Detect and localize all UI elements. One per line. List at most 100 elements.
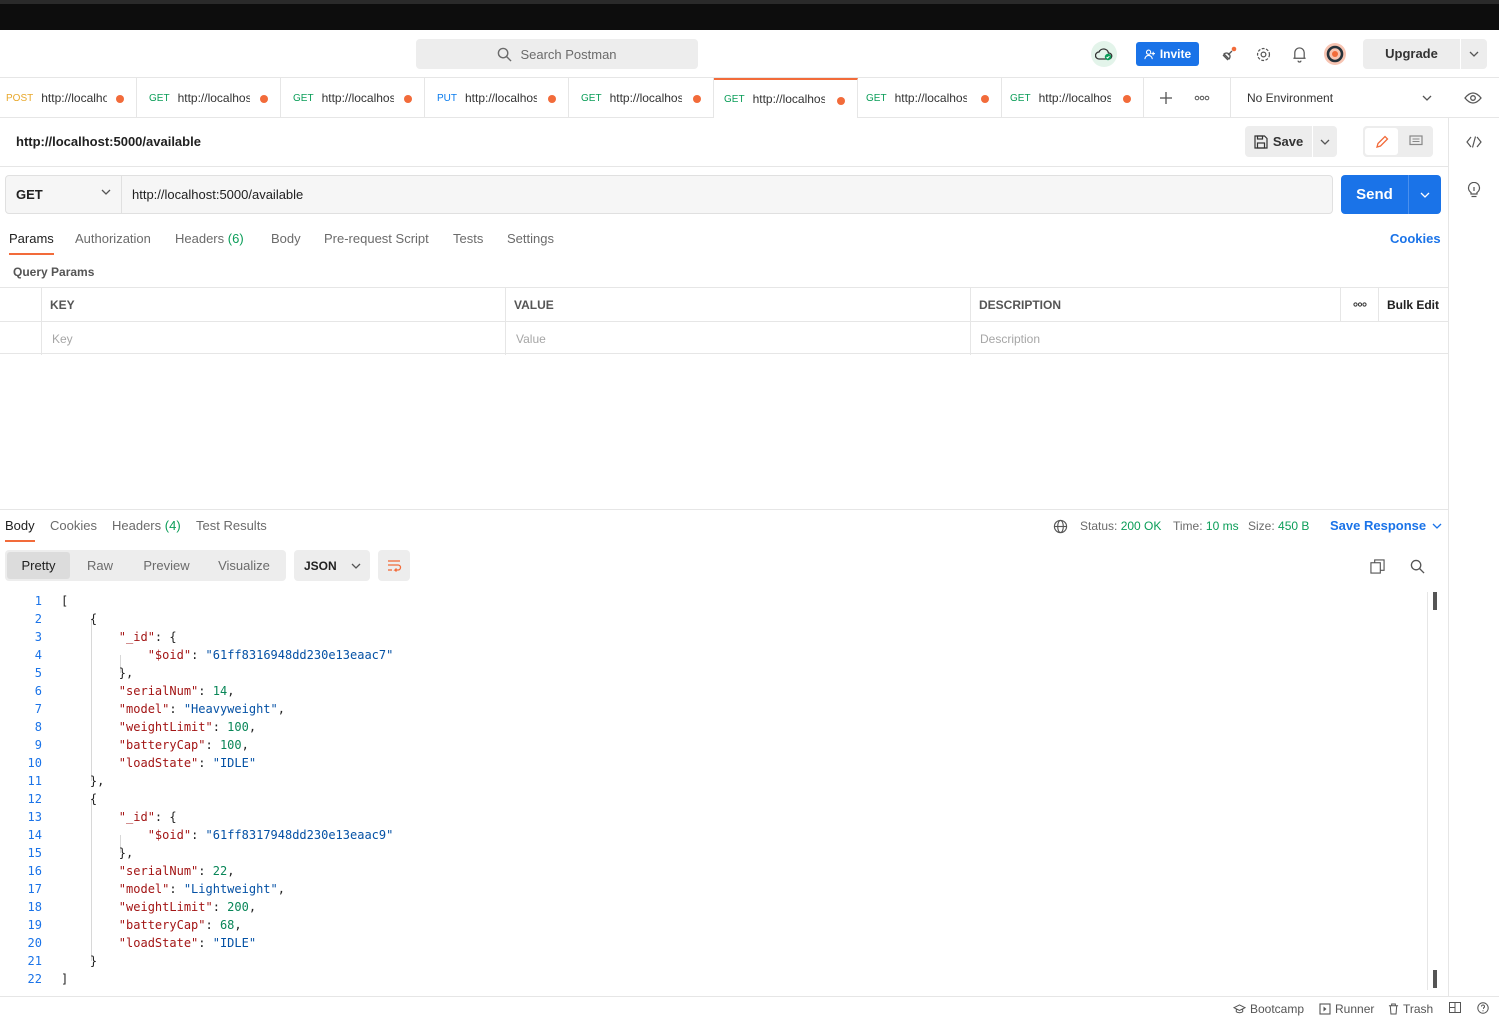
runner-button[interactable]: Runner [1319,1002,1374,1016]
chevron-down-icon[interactable] [1409,175,1441,214]
checkbox-column [0,288,42,321]
editor-scrollbar[interactable] [1427,592,1437,990]
code-line: 10 "loadState": "IDLE" [0,754,1420,772]
tab-method: GET [581,92,602,104]
tab-settings[interactable]: Settings [507,231,554,255]
tab-pre-request-script[interactable]: Pre-request Script [324,231,429,255]
lightbulb-icon[interactable] [1462,178,1486,202]
url-input[interactable]: http://localhost:5000/available [122,176,1332,213]
request-tab[interactable]: GET http://localhost:5000/... [281,78,425,118]
view-raw[interactable]: Raw [70,552,130,579]
settings-gear-icon[interactable] [1251,42,1275,66]
bulk-edit-button[interactable]: Bulk Edit [1378,288,1448,321]
request-tab[interactable]: GET http://localhost:5000/... [569,78,714,118]
edit-mode-toggle [1363,126,1433,157]
invite-button[interactable]: Invite [1136,42,1199,66]
copy-icon[interactable] [1365,554,1389,578]
line-number: 8 [34,720,42,734]
size-readout[interactable]: Size: 450 B [1248,519,1309,533]
code-line: 17 "model": "Lightweight", [0,880,1420,898]
chevron-down-icon[interactable] [1313,139,1337,145]
environment-quick-look-eye-icon[interactable] [1461,86,1485,110]
new-tab-plus-icon[interactable] [1154,86,1178,110]
status-label: Status: [1080,519,1118,533]
request-tab[interactable]: POST http://localhost:5000/... [0,78,137,118]
cookies-link[interactable]: Cookies [1390,231,1441,246]
response-tab-cookies[interactable]: Cookies [50,518,97,542]
trash-button[interactable]: Trash [1388,1002,1433,1016]
satellite-icon[interactable] [1217,42,1241,66]
user-avatar[interactable] [1323,42,1347,66]
search-placeholder: Search Postman [520,46,617,62]
query-params-table: KEY VALUE DESCRIPTION Bulk Edit Key Valu… [0,287,1448,355]
two-pane-view-icon[interactable] [1449,1002,1461,1013]
code-snippet-icon[interactable] [1462,130,1486,154]
tab-body[interactable]: Body [271,231,301,255]
code-line: 1[ [0,592,1420,610]
code-line: 18 "weightLimit": 200, [0,898,1420,916]
sync-cloud-icon[interactable] [1091,41,1117,67]
trash-icon [1388,1003,1399,1015]
line-number: 9 [34,738,42,752]
save-button[interactable]: Save [1245,126,1337,157]
time-readout[interactable]: Time: 10 ms [1173,519,1239,533]
title-bar [0,0,1499,30]
request-title[interactable]: http://localhost:5000/available [16,134,201,149]
code-line: 6 "serialNum": 14, [0,682,1420,700]
more-options-icon[interactable] [1340,288,1378,321]
view-preview[interactable]: Preview [130,552,203,579]
response-tab-body[interactable]: Body [5,518,35,542]
value-input[interactable]: Value [505,322,970,355]
wrap-lines-icon[interactable] [378,550,410,581]
unsaved-dot-icon [981,95,989,103]
environment-selector[interactable]: No Environment [1230,78,1448,118]
request-tab-active[interactable]: GET http://localhost:5000/... [714,78,858,118]
search-icon[interactable] [1405,554,1429,578]
tab-tests[interactable]: Tests [453,231,483,255]
scrollbar-thumb[interactable] [1433,592,1437,610]
chevron-down-icon [1432,523,1442,529]
tab-url: http://localhost:5000/... [1038,91,1111,105]
send-label: Send [1341,175,1409,214]
send-button[interactable]: Send [1341,175,1441,214]
tab-params[interactable]: Params [9,231,54,255]
bootcamp-button[interactable]: Bootcamp [1233,1002,1304,1016]
tab-url: http://localhost:5000/... [894,91,967,105]
pencil-icon[interactable] [1365,128,1398,155]
key-column-header: KEY [41,288,506,321]
tab-url: http://localhost:5000/... [609,91,682,105]
notification-bell-icon[interactable] [1287,42,1311,66]
response-body-editor[interactable]: 1[2 {3 "_id": {4 "$oid": "61ff8316948dd2… [0,592,1448,990]
method-select[interactable]: GET [6,176,122,213]
help-icon[interactable] [1477,1002,1489,1014]
format-select[interactable]: JSON [294,550,370,581]
status-readout[interactable]: Status: 200 OK [1080,519,1161,533]
tab-authorization[interactable]: Authorization [75,231,151,255]
upgrade-label: Upgrade [1363,39,1461,69]
comment-icon[interactable] [1401,128,1431,155]
upgrade-button[interactable]: Upgrade [1363,39,1487,69]
response-tab-headers[interactable]: Headers (4) [112,518,181,542]
runner-icon [1319,1003,1331,1015]
response-tab-test-results[interactable]: Test Results [196,518,267,542]
globe-icon[interactable] [1048,514,1072,538]
tab-headers[interactable]: Headers (6) [175,231,244,255]
description-input[interactable]: Description [970,322,1448,355]
request-tab[interactable]: GET http://localhost:5000/... [1002,78,1144,118]
method-label: GET [16,187,43,202]
tab-method: PUT [437,92,457,104]
code-text: }, [61,774,105,788]
request-tab[interactable]: GET http://localhost:5000/... [858,78,1002,118]
save-response-button[interactable]: Save Response [1330,518,1442,533]
view-pretty[interactable]: Pretty [7,552,70,579]
request-tab[interactable]: GET http://localhost:5000/... [137,78,281,118]
more-tabs-icon[interactable] [1190,86,1214,110]
search-box[interactable]: Search Postman [416,39,698,69]
response-divider[interactable] [0,509,1448,510]
key-input[interactable]: Key [41,322,506,355]
tab-url: http://localhost:5000/... [41,91,108,105]
view-visualize[interactable]: Visualize [203,552,285,579]
scrollbar-thumb[interactable] [1433,970,1437,988]
request-tab[interactable]: PUT http://localhost:5000/... [425,78,569,118]
chevron-down-icon[interactable] [1461,51,1487,57]
